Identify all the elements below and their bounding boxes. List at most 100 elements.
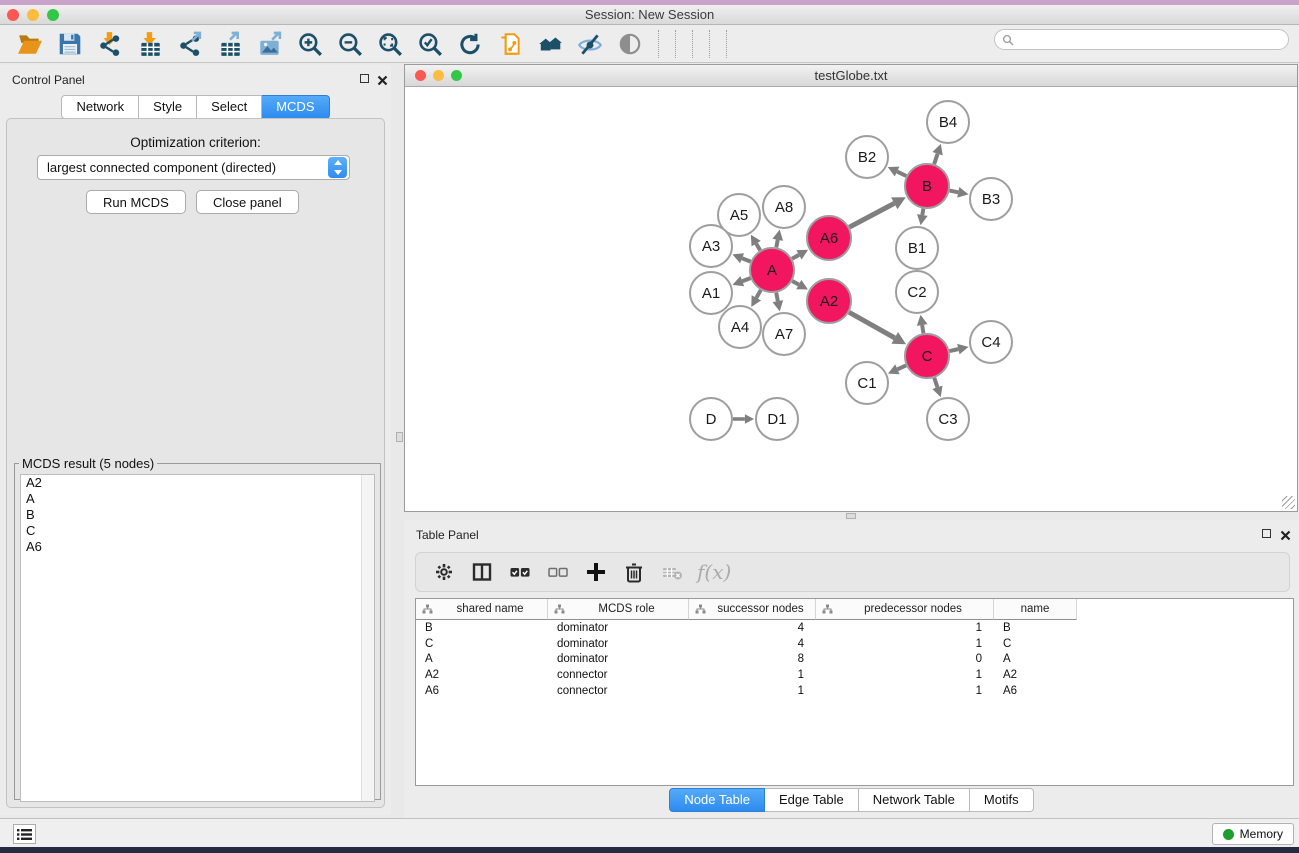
table-cell[interactable]: A6 xyxy=(994,685,1077,697)
resize-grip-icon[interactable] xyxy=(1282,496,1295,509)
export-image-button[interactable] xyxy=(250,27,290,61)
network-canvas[interactable]: B4B2BB3A8A5A6A3B1AC2A1A2A4A7C4CC1C3DD1 xyxy=(405,87,1297,511)
edge-A-A1[interactable] xyxy=(742,278,750,281)
edge-B-B1[interactable] xyxy=(922,209,923,215)
node-table[interactable]: shared nameMCDS rolesuccessor nodesprede… xyxy=(415,598,1294,786)
close-panel-icon[interactable] xyxy=(377,73,388,84)
table-cell[interactable]: dominator xyxy=(548,653,689,665)
table-close-panel-icon[interactable] xyxy=(1280,528,1291,539)
table-cell[interactable]: 1 xyxy=(689,669,816,681)
table-cell[interactable]: B xyxy=(416,622,548,634)
show-all-button[interactable] xyxy=(610,27,650,61)
table-cell[interactable]: 0 xyxy=(816,653,994,665)
add-column-button[interactable] xyxy=(577,555,615,589)
new-network-from-selection-button[interactable] xyxy=(490,27,530,61)
tab-network-table[interactable]: Network Table xyxy=(859,788,970,812)
table-cell[interactable]: 1 xyxy=(689,685,816,697)
table-float-panel-icon[interactable] xyxy=(1262,529,1271,538)
first-neighbors-button[interactable] xyxy=(530,27,570,61)
column-header-successor-nodes[interactable]: successor nodes xyxy=(689,599,816,620)
refresh-button[interactable] xyxy=(450,27,490,61)
tab-style[interactable]: Style xyxy=(139,95,197,119)
table-row[interactable]: Cdominator41C xyxy=(416,636,1293,652)
edge-C-C4[interactable] xyxy=(949,349,958,351)
zoom-selected-button[interactable] xyxy=(410,27,450,61)
tab-motifs[interactable]: Motifs xyxy=(970,788,1034,812)
table-cell[interactable]: A6 xyxy=(416,685,548,697)
table-cell[interactable]: 8 xyxy=(689,653,816,665)
tab-mcds[interactable]: MCDS xyxy=(262,95,329,119)
edge-A-A7[interactable] xyxy=(776,293,778,302)
edge-A-A2[interactable] xyxy=(792,281,799,285)
network-window-titlebar[interactable]: testGlobe.txt xyxy=(405,65,1297,87)
table-cell[interactable]: C xyxy=(416,638,548,650)
edge-A-A3[interactable] xyxy=(742,258,751,261)
edge-A2-C[interactable] xyxy=(849,312,895,338)
memory-button[interactable]: Memory xyxy=(1212,823,1294,845)
table-cell[interactable]: connector xyxy=(548,669,689,681)
table-cell[interactable]: A xyxy=(416,653,548,665)
export-table-button[interactable] xyxy=(210,27,250,61)
edge-A6-B[interactable] xyxy=(849,203,894,227)
gear-button[interactable] xyxy=(425,555,463,589)
hide-selected-button[interactable] xyxy=(570,27,610,61)
result-list-item[interactable]: A6 xyxy=(21,539,374,555)
table-cell[interactable]: dominator xyxy=(548,638,689,650)
table-cell[interactable]: C xyxy=(994,638,1077,650)
task-history-button[interactable] xyxy=(13,824,36,844)
search-field[interactable] xyxy=(994,29,1289,50)
tab-network[interactable]: Network xyxy=(61,95,139,119)
table-cell[interactable]: 1 xyxy=(816,638,994,650)
table-cell[interactable]: A xyxy=(994,653,1077,665)
result-list-item[interactable]: A xyxy=(21,491,374,507)
vertical-splitter-handle[interactable] xyxy=(396,432,403,442)
minimize-window-button[interactable] xyxy=(27,9,39,21)
float-panel-icon[interactable] xyxy=(360,74,369,83)
table-row[interactable]: Adominator80A xyxy=(416,651,1293,667)
import-table-button[interactable] xyxy=(130,27,170,61)
result-list-item[interactable]: B xyxy=(21,507,374,523)
edge-C-C3[interactable] xyxy=(934,378,937,387)
edge-C-C1[interactable] xyxy=(897,365,906,369)
edge-C-C2[interactable] xyxy=(922,325,923,333)
column-header-MCDS-role[interactable]: MCDS role xyxy=(548,599,689,620)
zoom-fit-button[interactable] xyxy=(370,27,410,61)
edge-A-A6[interactable] xyxy=(792,255,799,259)
zoom-window-button[interactable] xyxy=(47,9,59,21)
import-network-button[interactable] xyxy=(90,27,130,61)
deselect-all-button[interactable] xyxy=(539,555,577,589)
horizontal-splitter-handle[interactable] xyxy=(846,513,856,519)
open-session-button[interactable] xyxy=(10,27,50,61)
table-cell[interactable]: 1 xyxy=(816,669,994,681)
zoom-in-button[interactable] xyxy=(290,27,330,61)
table-row[interactable]: A2connector11A2 xyxy=(416,667,1293,683)
edge-A-A5[interactable] xyxy=(756,244,760,251)
close-panel-button[interactable]: Close panel xyxy=(196,190,299,214)
column-header-shared-name[interactable]: shared name xyxy=(416,599,548,620)
table-cell[interactable]: 4 xyxy=(689,638,816,650)
edge-A-A8[interactable] xyxy=(776,240,777,248)
mcds-result-list[interactable]: A2ABCA6 xyxy=(20,474,375,802)
tab-edge-table[interactable]: Edge Table xyxy=(765,788,859,812)
table-cell[interactable]: connector xyxy=(548,685,689,697)
export-network-button[interactable] xyxy=(170,27,210,61)
tab-select[interactable]: Select xyxy=(197,95,262,119)
edge-B-B3[interactable] xyxy=(950,191,959,193)
column-header-name[interactable]: name xyxy=(994,599,1077,620)
column-header-predecessor-nodes[interactable]: predecessor nodes xyxy=(816,599,994,620)
zoom-out-button[interactable] xyxy=(330,27,370,61)
table-cell[interactable]: 1 xyxy=(816,622,994,634)
close-window-button[interactable] xyxy=(7,9,19,21)
table-row[interactable]: A6connector11A6 xyxy=(416,683,1293,699)
table-cell[interactable]: 1 xyxy=(816,685,994,697)
result-list-scrollbar[interactable] xyxy=(361,475,374,801)
table-row[interactable]: Bdominator41B xyxy=(416,620,1293,636)
result-list-item[interactable]: A2 xyxy=(21,475,374,491)
table-cell[interactable]: 4 xyxy=(689,622,816,634)
table-cell[interactable]: A2 xyxy=(416,669,548,681)
edge-B-B4[interactable] xyxy=(934,154,937,164)
table-cell[interactable]: B xyxy=(994,622,1077,634)
optimization-criterion-select[interactable]: largest connected component (directed) xyxy=(37,155,350,180)
table-cell[interactable]: A2 xyxy=(994,669,1077,681)
table-cell[interactable]: dominator xyxy=(548,622,689,634)
